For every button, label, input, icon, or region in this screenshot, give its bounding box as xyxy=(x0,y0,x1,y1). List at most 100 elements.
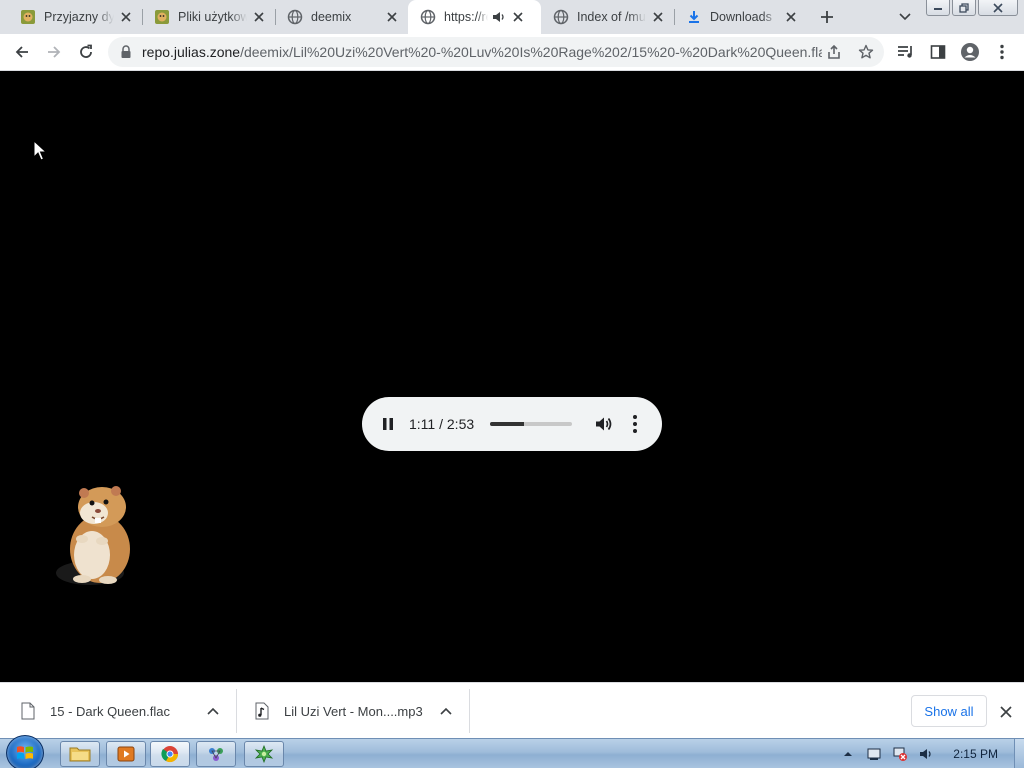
show-all-downloads-button[interactable]: Show all xyxy=(911,695,987,727)
download-item[interactable]: 15 - Dark Queen.flac xyxy=(20,683,234,739)
media-player-icon xyxy=(117,746,135,762)
reload-button[interactable] xyxy=(72,38,100,66)
tab-przyjazny-dysk[interactable]: Przyjazny dysk xyxy=(8,0,142,34)
audio-player[interactable]: 1:11 / 2:53 xyxy=(362,397,662,451)
file-explorer-icon xyxy=(69,747,91,762)
side-panel-button[interactable] xyxy=(924,38,952,66)
tab-downloads[interactable]: Downloads xyxy=(674,0,807,34)
download-item[interactable]: Lil Uzi Vert - Mon....mp3 xyxy=(254,683,468,739)
side-panel-icon xyxy=(930,45,946,59)
chevron-up-icon[interactable] xyxy=(438,703,454,719)
action-center-flag-icon[interactable] xyxy=(866,746,882,762)
hamster-pet-image xyxy=(56,486,130,585)
lock-icon[interactable] xyxy=(120,45,132,59)
download-icon xyxy=(686,9,702,25)
taskbar-clock[interactable]: 2:15 PM xyxy=(953,747,998,761)
close-icon[interactable] xyxy=(650,9,666,25)
chrome-icon xyxy=(161,746,179,763)
time-separator: / xyxy=(435,416,447,432)
url-text[interactable]: repo.julias.zone/deemix/Lil%20Uzi%20Vert… xyxy=(142,44,822,60)
pause-button[interactable] xyxy=(378,414,398,434)
tab-title: deemix xyxy=(311,10,352,24)
restore-button[interactable] xyxy=(952,0,976,16)
close-icon[interactable] xyxy=(510,9,526,25)
time-display: 1:11 / 2:53 xyxy=(409,416,474,432)
tab-title: Pliki użytkownika xyxy=(178,10,247,24)
window-close-button[interactable] xyxy=(978,0,1018,16)
globe-icon xyxy=(420,9,436,25)
show-hidden-icons-arrow-icon[interactable] xyxy=(840,746,856,762)
file-icon xyxy=(21,702,35,720)
download-shelf: 15 - Dark Queen.flac Lil Uzi Vert - Mon.… xyxy=(0,682,1024,738)
close-icon[interactable] xyxy=(118,9,134,25)
taskbar-file-explorer[interactable] xyxy=(60,741,100,767)
tab-search-button[interactable] xyxy=(891,3,919,31)
taskbar-network-app[interactable] xyxy=(196,741,236,767)
chevron-up-icon[interactable] xyxy=(205,703,221,719)
tab-title: https://repo.julias.zone xyxy=(444,10,488,24)
volume-button[interactable] xyxy=(594,414,614,434)
download-separator xyxy=(469,689,470,733)
close-icon[interactable] xyxy=(251,9,267,25)
tab-deemix[interactable]: deemix xyxy=(275,0,408,34)
tab-active-audio[interactable]: https://repo.julias.zone xyxy=(408,0,541,34)
back-button[interactable] xyxy=(8,38,36,66)
avatar-icon xyxy=(961,43,979,61)
volume-tray-icon[interactable] xyxy=(918,746,934,762)
taskbar-media-player[interactable] xyxy=(106,741,146,767)
download-separator xyxy=(236,689,237,733)
globe-icon xyxy=(553,9,569,25)
browser-toolbar: repo.julias.zone/deemix/Lil%20Uzi%20Vert… xyxy=(0,34,1024,71)
windows-logo-icon xyxy=(17,746,33,759)
reload-icon xyxy=(80,44,92,58)
taskbar-chrome[interactable] xyxy=(150,741,190,767)
network-app-icon xyxy=(209,748,223,761)
close-shelf-button[interactable] xyxy=(996,702,1016,722)
system-tray: 2:15 PM xyxy=(835,739,1024,768)
close-icon[interactable] xyxy=(783,9,799,25)
url-path: /deemix/Lil%20Uzi%20Vert%20-%20Luv%20Is%… xyxy=(240,44,822,60)
download-filename: Lil Uzi Vert - Mon....mp3 xyxy=(284,703,423,719)
restore-icon xyxy=(959,2,969,13)
share-icon[interactable] xyxy=(824,42,844,62)
browser-menu-button[interactable] xyxy=(988,38,1016,66)
address-bar[interactable]: repo.julias.zone/deemix/Lil%20Uzi%20Vert… xyxy=(108,37,884,67)
forward-button[interactable] xyxy=(40,38,68,66)
tab-pliki-uzytkownika[interactable]: Pliki użytkownika xyxy=(142,0,275,34)
queue-music-icon xyxy=(898,46,912,58)
media-controls-button[interactable] xyxy=(892,38,920,66)
more-vert-icon xyxy=(1000,44,1004,60)
url-host: repo.julias.zone xyxy=(142,44,241,60)
new-tab-button[interactable] xyxy=(813,3,841,31)
music-file-icon xyxy=(255,702,269,720)
tab-title: Downloads xyxy=(710,10,772,24)
start-button[interactable] xyxy=(6,735,44,768)
duration: 2:53 xyxy=(446,416,475,432)
hamster-site-icon xyxy=(154,9,170,25)
close-icon xyxy=(1000,706,1012,718)
current-time: 1:11 xyxy=(409,416,436,432)
speaker-audio-icon[interactable] xyxy=(492,10,506,24)
tab-index-of-music[interactable]: Index of /music xyxy=(541,0,674,34)
progress-slider[interactable] xyxy=(490,422,572,426)
chevron-down-icon xyxy=(899,13,911,21)
plus-icon xyxy=(821,11,833,23)
profile-button[interactable] xyxy=(956,38,984,66)
minimize-button[interactable] xyxy=(926,0,950,16)
network-error-icon[interactable] xyxy=(892,746,908,762)
window-controls xyxy=(926,0,1018,16)
show-desktop-button[interactable] xyxy=(1014,739,1024,768)
media-viewport: 1:11 / 2:53 xyxy=(0,71,1024,682)
player-options-icon[interactable] xyxy=(628,414,642,434)
green-app-icon xyxy=(254,745,274,763)
volume-icon xyxy=(596,417,612,431)
windows-taskbar: 2:15 PM xyxy=(0,735,1024,768)
taskbar-green-app[interactable] xyxy=(244,741,284,767)
arrow-right-icon xyxy=(48,46,61,58)
globe-icon xyxy=(287,9,303,25)
pause-icon xyxy=(383,418,393,430)
arrow-left-icon xyxy=(15,46,28,58)
close-icon[interactable] xyxy=(384,9,400,25)
mouse-cursor-icon xyxy=(33,140,47,161)
bookmark-star-icon[interactable] xyxy=(856,42,876,62)
